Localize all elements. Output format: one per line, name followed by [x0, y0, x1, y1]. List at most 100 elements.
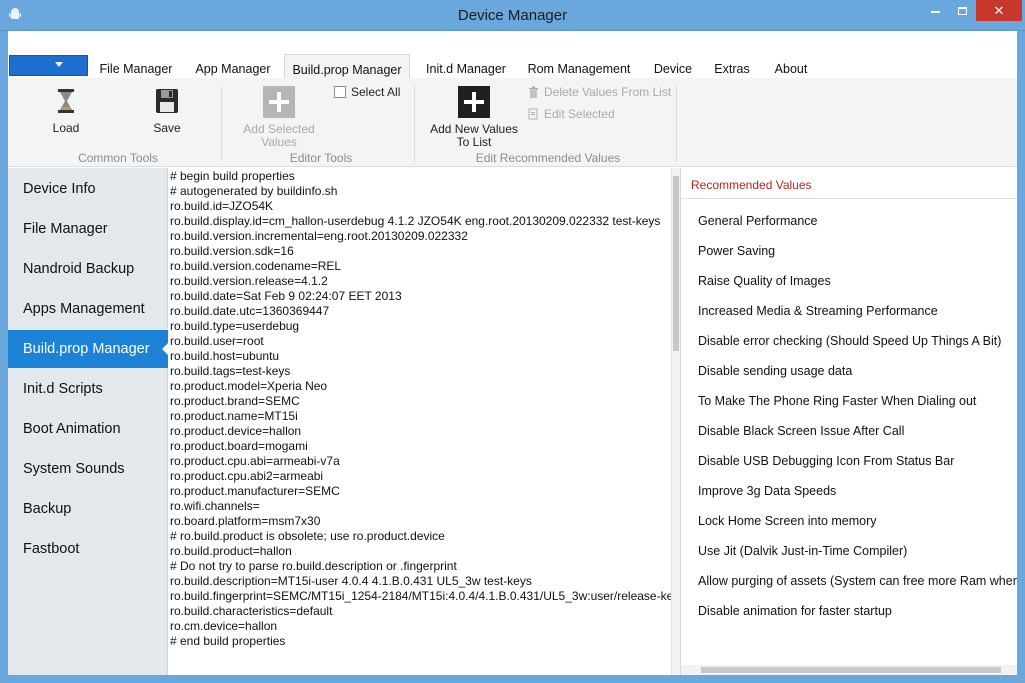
chevron-down-icon — [55, 62, 63, 67]
code-line: ro.product.manufacturer=SEMC — [170, 484, 340, 498]
edit-selected-button[interactable]: Edit Selected — [528, 107, 628, 122]
group-label-editor-tools: Editor Tools — [289, 151, 353, 165]
sidebar-item-apps-management[interactable]: Apps Management — [8, 290, 168, 328]
code-line: ro.build.version.codename=REL — [170, 259, 342, 273]
build-prop-editor[interactable]: # begin build properties # autogenerated… — [168, 168, 671, 675]
editor-vertical-scrollbar[interactable] — [671, 168, 680, 675]
delete-values-label: Delete Values From List — [544, 85, 672, 99]
recommended-item[interactable]: Disable error checking (Should Speed Up … — [698, 334, 1001, 348]
code-line: ro.build.host=ubuntu — [170, 349, 280, 363]
recommended-item[interactable]: Increased Media & Streaming Performance — [698, 304, 938, 318]
select-all-label: Select All — [351, 85, 401, 99]
tab-rom-management[interactable]: Rom Management — [524, 59, 634, 79]
window-frame-right — [1017, 31, 1025, 683]
sidebar-item-fastboot[interactable]: Fastboot — [8, 530, 168, 568]
code-line: ro.build.user=root — [170, 334, 264, 348]
sidebar-item-system-sounds[interactable]: System Sounds — [8, 450, 168, 488]
group-label-edit-recommended: Edit Recommended Values — [475, 151, 621, 165]
code-line: ro.build.version.incremental=eng.root.20… — [170, 229, 468, 243]
sidebar-item-file-manager[interactable]: File Manager — [8, 210, 168, 248]
code-line: ro.build.type=userdebug — [170, 319, 300, 333]
edit-icon — [528, 108, 538, 120]
add-new-values-button[interactable]: Add New Values To List — [426, 86, 522, 149]
recommended-item[interactable]: Disable Black Screen Issue After Call — [698, 424, 904, 438]
load-button[interactable]: Load — [42, 86, 90, 135]
recommended-item[interactable]: Disable sending usage data — [698, 364, 852, 378]
plus-icon — [458, 86, 490, 118]
edit-selected-label: Edit Selected — [544, 107, 615, 121]
code-line: ro.build.description=MT15i-user 4.0.4 4.… — [170, 574, 532, 588]
tab-initd-manager[interactable]: Init.d Manager — [420, 59, 512, 79]
recommended-item[interactable]: To Make The Phone Ring Faster When Diali… — [698, 394, 976, 408]
close-button[interactable]: ✕ — [976, 0, 1022, 21]
recommended-item[interactable]: Power Saving — [698, 244, 775, 258]
code-line: ro.build.tags=test-keys — [170, 364, 291, 378]
delete-values-button[interactable]: Delete Values From List — [528, 85, 678, 100]
code-line: ro.product.name=MT15i — [170, 409, 298, 423]
code-line: ro.build.characteristics=default — [170, 604, 333, 618]
hourglass-icon — [58, 89, 74, 113]
tab-extras[interactable]: Extras — [708, 59, 756, 79]
add-selected-values-button[interactable]: Add Selected Values — [240, 86, 318, 149]
recommended-item[interactable]: Disable animation for faster startup — [698, 604, 892, 618]
code-line: ro.build.version.sdk=16 — [170, 244, 294, 258]
code-line: ro.product.model=Xperia Neo — [170, 379, 328, 393]
code-line: ro.product.device=hallon — [170, 424, 302, 438]
ribbon-tab-bar: File Manager App Manager Build.prop Mana… — [8, 31, 1017, 79]
checkbox-icon — [334, 86, 346, 98]
recommended-item[interactable]: Raise Quality of Images — [698, 274, 831, 288]
sidebar-item-backup[interactable]: Backup — [8, 490, 168, 528]
sidebar-item-device-info[interactable]: Device Info — [8, 170, 168, 208]
title-bar: Device Manager ✕ — [0, 0, 1025, 31]
tab-device[interactable]: Device — [648, 59, 698, 79]
ribbon-panel: Load Save Common Tools Add Selected Valu… — [8, 78, 1017, 167]
plus-icon — [263, 86, 295, 118]
floppy-disk-icon — [156, 89, 178, 113]
maximize-button[interactable] — [949, 0, 976, 21]
code-line: ro.build.fingerprint=SEMC/MT15i_1254-218… — [170, 589, 671, 603]
code-line: # begin build properties — [170, 169, 295, 183]
divider — [681, 198, 1017, 199]
code-line: ro.build.date=Sat Feb 9 02:24:07 EET 201… — [170, 289, 402, 303]
sidebar-item-boot-animation[interactable]: Boot Animation — [8, 410, 168, 448]
recommended-item[interactable]: General Performance — [698, 214, 818, 228]
sidebar-item-initd-scripts[interactable]: Init.d Scripts — [8, 370, 168, 408]
recommended-item[interactable]: Allow purging of assets (System can free… — [698, 574, 1017, 588]
code-line: ro.product.brand=SEMC — [170, 394, 300, 408]
code-line: ro.build.version.release=4.1.2 — [170, 274, 328, 288]
group-label-common-tools: Common Tools — [78, 151, 158, 165]
code-line: ro.product.board=mogami — [170, 439, 308, 453]
recommended-item[interactable]: Disable USB Debugging Icon From Status B… — [698, 454, 954, 468]
add-selected-label-line2: Values — [261, 135, 297, 149]
tab-file-manager[interactable]: File Manager — [94, 59, 178, 79]
scrollbar-thumb[interactable] — [701, 667, 1001, 673]
tab-app-manager[interactable]: App Manager — [190, 59, 276, 79]
sidebar-item-nandroid-backup[interactable]: Nandroid Backup — [8, 250, 168, 288]
minimize-icon — [931, 11, 940, 13]
scrollbar-thumb[interactable] — [673, 176, 679, 351]
recommended-item[interactable]: Improve 3g Data Speeds — [698, 484, 836, 498]
application-menu-button[interactable] — [9, 55, 88, 76]
window-title: Device Manager — [457, 7, 568, 24]
code-line: # end build properties — [170, 634, 286, 648]
code-line: # Do not try to parse ro.build.descripti… — [170, 559, 457, 573]
code-line: ro.build.product=hallon — [170, 544, 292, 558]
recommended-values-panel: Recommended Values General Performance P… — [680, 168, 1017, 675]
minimize-button[interactable] — [922, 0, 949, 21]
sidebar-item-build-prop-manager[interactable]: Build.prop Manager — [8, 330, 169, 368]
window-frame-bottom — [0, 675, 1025, 683]
code-line: ro.cm.device=hallon — [170, 619, 278, 633]
tab-build-prop-manager[interactable]: Build.prop Manager — [284, 54, 410, 79]
code-line: ro.wifi.channels= — [170, 499, 260, 513]
recommended-horizontal-scrollbar[interactable] — [681, 665, 1017, 675]
code-line: ro.board.platform=msm7x30 — [170, 514, 321, 528]
tab-about[interactable]: About — [766, 59, 816, 79]
recommended-item[interactable]: Lock Home Screen into memory — [698, 514, 877, 528]
ribbon-separator — [414, 86, 415, 162]
close-icon: ✕ — [993, 3, 1005, 18]
save-button[interactable]: Save — [143, 86, 191, 135]
window-frame-left — [0, 31, 8, 683]
maximize-icon — [958, 7, 967, 15]
code-line: ro.product.cpu.abi=armeabi-v7a — [170, 454, 340, 468]
recommended-item[interactable]: Use Jit (Dalvik Just-in-Time Compiler) — [698, 544, 907, 558]
